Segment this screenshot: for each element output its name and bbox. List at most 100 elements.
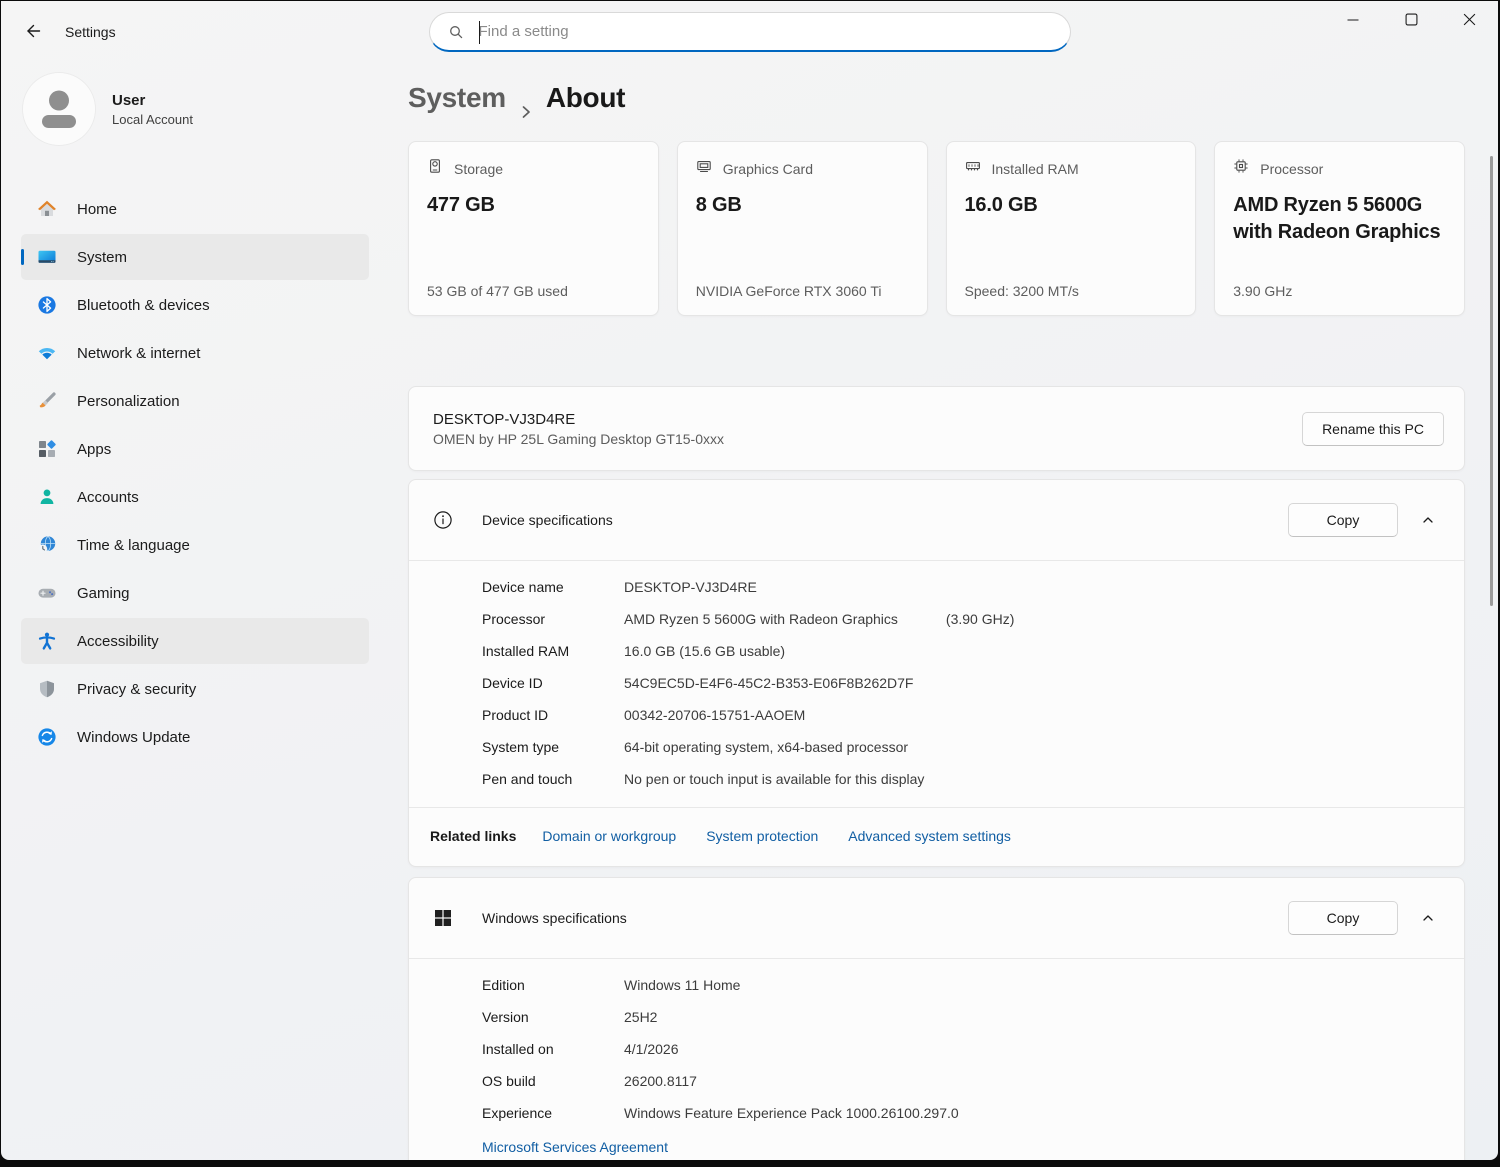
close-button[interactable]	[1440, 1, 1498, 43]
spec-label: Device name	[482, 579, 564, 595]
bluetooth-icon	[35, 294, 59, 316]
selection-indicator	[21, 249, 24, 265]
spec-row-product-id: Product ID 00342-20706-15751-AAOEM	[482, 699, 1440, 731]
windows-specs-header[interactable]: Windows specifications Copy	[409, 878, 1464, 958]
card-detail: NVIDIA GeForce RTX 3060 Ti	[695, 283, 882, 299]
main-content: System About Storage 477 GB 53 GB of 477…	[391, 65, 1498, 1160]
windows-logo-icon	[433, 908, 453, 928]
privacy-security-icon	[35, 678, 59, 700]
sidebar-item-network-internet[interactable]: Network & internet	[21, 330, 369, 376]
sidebar-item-label: Home	[77, 200, 118, 218]
spec-label: System type	[482, 739, 560, 755]
device-specs-header[interactable]: Device specifications Copy	[409, 480, 1464, 560]
search-input[interactable]	[463, 23, 1070, 40]
settings-window: Settings User	[1, 1, 1498, 1160]
sidebar: User Local Account Home System Bluetooth…	[1, 65, 391, 1160]
time-language-icon	[35, 534, 59, 556]
sidebar-item-label: System	[77, 248, 128, 266]
sidebar-item-gaming[interactable]: Gaming	[21, 570, 369, 616]
sidebar-item-windows-update[interactable]: Windows Update	[21, 714, 369, 760]
spec-value: DESKTOP-VJ3D4RE	[624, 579, 757, 595]
spec-row-installed-ram: Installed RAM 16.0 GB (15.6 GB usable)	[482, 635, 1440, 667]
link-system-protection[interactable]: System protection	[706, 828, 818, 844]
spec-value: 64-bit operating system, x64-based proce…	[624, 739, 909, 755]
card-value: 8 GB	[695, 194, 742, 216]
minimize-button[interactable]	[1324, 1, 1382, 43]
card-value: 16.0 GB	[964, 194, 1038, 216]
spec-row-processor: Processor AMD Ryzen 5 5600G with Radeon …	[482, 603, 1440, 635]
copy-device-specs-button[interactable]: Copy	[1288, 503, 1398, 537]
card-label: Graphics Card	[722, 160, 814, 177]
spec-value: Windows Feature Experience Pack 1000.261…	[624, 1105, 959, 1121]
sidebar-item-label: Apps	[77, 440, 112, 458]
sidebar-item-system[interactable]: System	[21, 234, 369, 280]
app-title: Settings	[65, 24, 116, 40]
vertical-scrollbar[interactable]	[1490, 156, 1493, 606]
sidebar-item-time-language[interactable]: Time & language	[21, 522, 369, 568]
copy-windows-specs-button[interactable]: Copy	[1288, 901, 1398, 935]
personalization-icon	[35, 390, 59, 412]
spec-row-system-type: System type 64-bit operating system, x64…	[482, 731, 1440, 763]
card-label: Processor	[1260, 160, 1324, 177]
sidebar-item-label: Windows Update	[77, 728, 191, 746]
spec-row-device-id: Device ID 54C9EC5D-E4F6-45C2-B353-E06F8B…	[482, 667, 1440, 699]
link-microsoft-services-agreement[interactable]: Microsoft Services Agreement	[482, 1139, 668, 1155]
spec-row-version: Version 25H2	[482, 1001, 1440, 1033]
accounts-icon	[35, 486, 59, 508]
search-icon	[448, 24, 464, 40]
spec-value: 00342-20706-15751-AAOEM	[624, 707, 806, 723]
sidebar-item-label: Personalization	[77, 392, 180, 410]
sidebar-item-label: Privacy & security	[77, 680, 197, 698]
text-caret	[478, 21, 480, 44]
user-meta: User Local Account	[112, 92, 193, 127]
spec-value: AMD Ryzen 5 5600G with Radeon Graphics	[624, 611, 898, 627]
page-title: About	[545, 82, 626, 113]
breadcrumb: System About	[408, 79, 1465, 118]
sidebar-item-privacy-security[interactable]: Privacy & security	[21, 666, 369, 712]
spec-value: 26200.8117	[624, 1073, 697, 1089]
info-icon	[433, 510, 453, 530]
chevron-up-icon[interactable]	[1420, 910, 1436, 926]
card-ram: Installed RAM 16.0 GB Speed: 3200 MT/s	[945, 141, 1197, 316]
link-advanced-system-settings[interactable]: Advanced system settings	[848, 828, 1011, 844]
system-icon	[35, 246, 59, 268]
sidebar-item-bluetooth-devices[interactable]: Bluetooth & devices	[21, 282, 369, 328]
spec-label: Pen and touch	[482, 771, 573, 787]
windows-specifications-section: Windows specifications Copy Edition Wind…	[408, 877, 1465, 1160]
user-name: User	[112, 91, 146, 109]
sidebar-item-label: Accounts	[77, 488, 139, 506]
spec-row-pen-touch: Pen and touch No pen or touch input is a…	[482, 763, 1440, 795]
avatar	[23, 73, 95, 145]
spec-value: Windows 11 Home	[624, 977, 741, 993]
card-label: Installed RAM	[991, 160, 1079, 177]
device-name-block: DESKTOP-VJ3D4RE OMEN by HP 25L Gaming De…	[433, 411, 724, 447]
link-domain-workgroup[interactable]: Domain or workgroup	[542, 828, 676, 844]
sidebar-item-label: Network & internet	[77, 344, 201, 362]
chevron-up-icon[interactable]	[1420, 512, 1436, 528]
sidebar-item-accounts[interactable]: Accounts	[21, 474, 369, 520]
sidebar-item-home[interactable]: Home	[21, 186, 369, 232]
spec-row-os-build: OS build 26200.8117	[482, 1065, 1440, 1097]
titlebar: Settings	[1, 1, 1498, 65]
device-name: DESKTOP-VJ3D4RE	[433, 410, 576, 428]
card-detail: 53 GB of 477 GB used	[427, 283, 568, 299]
rename-pc-button[interactable]: Rename this PC	[1302, 411, 1444, 446]
spec-label: Installed on	[482, 1041, 554, 1057]
graphics-card-icon	[696, 158, 712, 179]
gaming-icon	[35, 582, 59, 604]
spec-label: OS build	[482, 1073, 536, 1089]
section-title: Device specifications	[482, 512, 613, 528]
search-box[interactable]	[428, 12, 1071, 52]
spec-value: 54C9EC5D-E4F6-45C2-B353-E06F8B262D7F	[624, 675, 914, 691]
card-storage: Storage 477 GB 53 GB of 477 GB used	[408, 141, 659, 316]
back-button[interactable]	[20, 20, 46, 46]
sidebar-item-accessibility[interactable]: Accessibility	[21, 618, 369, 664]
breadcrumb-system[interactable]: System	[408, 79, 506, 117]
sidebar-item-personalization[interactable]: Personalization	[21, 378, 369, 424]
card-detail: Speed: 3200 MT/s	[964, 283, 1079, 299]
device-specs-body: Device name DESKTOP-VJ3D4RE Processor AM…	[409, 561, 1464, 807]
sidebar-item-apps[interactable]: Apps	[21, 426, 369, 472]
maximize-button[interactable]	[1382, 1, 1440, 43]
spec-label: Product ID	[482, 707, 549, 723]
user-account-block[interactable]: User Local Account	[23, 73, 193, 145]
